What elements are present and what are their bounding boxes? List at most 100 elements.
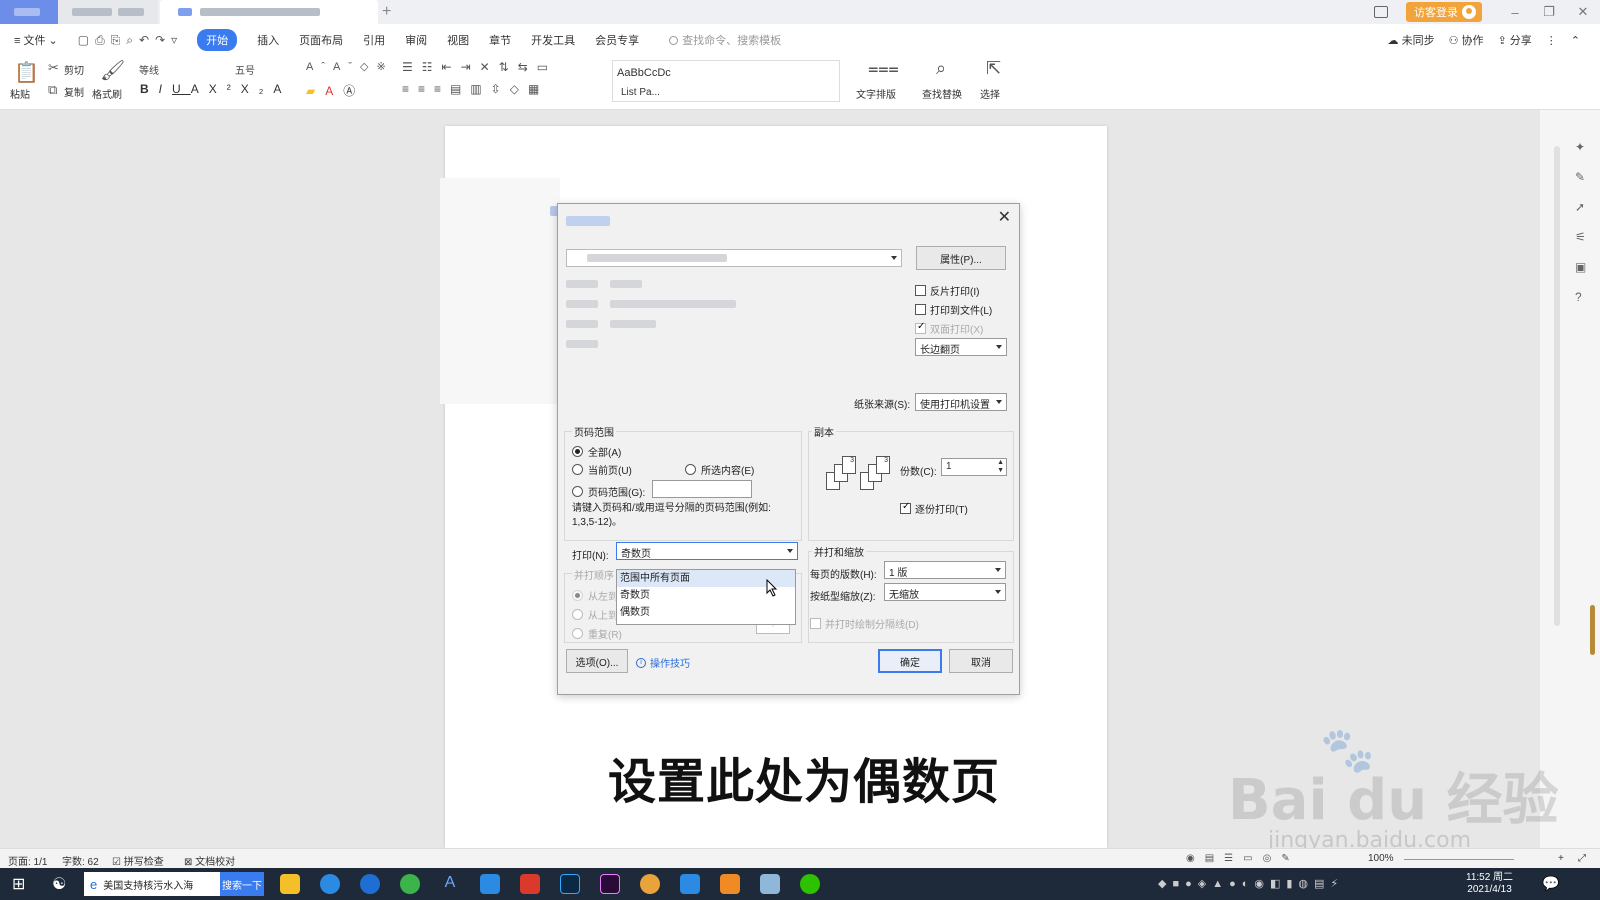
app-blue-icon[interactable] <box>680 874 700 894</box>
pages-per-sheet-select[interactable]: 1 版 <box>884 561 1006 579</box>
window-layout-icon[interactable] <box>1374 6 1388 18</box>
copies-count-input[interactable]: 1 ▲ ▼ <box>941 458 1007 476</box>
options-button[interactable]: 选项(O)... <box>566 649 628 673</box>
app-orange-icon[interactable] <box>720 874 740 894</box>
find-replace-icon[interactable]: ⌕ <box>936 58 946 79</box>
guest-login-button[interactable]: 访客登录 <box>1406 2 1482 22</box>
taskbar-search-button[interactable]: 搜索一下 <box>220 872 264 896</box>
app-c-icon[interactable] <box>480 874 500 894</box>
repeat-radio[interactable]: 重复(R) <box>572 626 622 641</box>
tab-review[interactable]: 审阅 <box>405 32 427 48</box>
find-replace-label[interactable]: 查找替换 <box>922 86 962 101</box>
vertical-scrollbar[interactable] <box>1554 146 1560 626</box>
browser-icon[interactable] <box>320 874 340 894</box>
copy-label[interactable]: 复制 <box>64 84 84 99</box>
dialog-close-icon[interactable]: ✕ <box>998 207 1011 227</box>
photoshop-icon[interactable] <box>560 874 580 894</box>
new-tab-icon[interactable]: + <box>382 3 391 21</box>
pin-icon[interactable]: ✦ <box>1575 140 1589 154</box>
ok-button[interactable]: 确定 <box>878 649 942 673</box>
all-pages-radio[interactable]: 全部(A) <box>572 444 621 459</box>
file-menu[interactable]: ≡ 文件 ⌄ <box>14 32 58 48</box>
tab-developer[interactable]: 开发工具 <box>531 32 575 48</box>
text-layout-icon[interactable]: ⩶ <box>868 58 899 79</box>
paragraph-tools-row2[interactable]: ≡≡≡▤▥⇳◇▦ <box>402 82 548 96</box>
share-button[interactable]: ⇪ 分享 <box>1498 32 1532 48</box>
system-tray-icons[interactable]: ◆■●◈▲●◐◉◧▮◍▤⚡ <box>1158 877 1344 890</box>
word-count[interactable]: 字数: 62 <box>62 853 99 868</box>
proofread[interactable]: ⊠ 文档校对 <box>184 853 235 868</box>
collate-checkbox[interactable]: 逐份打印(T) <box>900 501 968 516</box>
spin-arrows-icon[interactable]: ▲ ▼ <box>997 459 1004 475</box>
tab-insert[interactable]: 插入 <box>257 32 279 48</box>
chrome-icon[interactable] <box>640 874 660 894</box>
tab-home[interactable]: 开始 <box>197 29 238 51</box>
copy-icon[interactable]: ⧉ <box>48 82 57 98</box>
font-tools-row1[interactable]: AˆAˇ◇※ <box>306 60 394 73</box>
document-tab-home[interactable] <box>0 0 58 24</box>
document-tab-2[interactable] <box>58 0 158 24</box>
scale-select[interactable]: 无缩放 <box>884 583 1006 601</box>
app-green-icon[interactable] <box>400 874 420 894</box>
spell-check[interactable]: ☑ 拼写检查 <box>112 853 164 868</box>
format-painter-icon[interactable]: 🖌 <box>100 58 125 83</box>
print-to-file-checkbox[interactable]: 打印到文件(L) <box>915 302 992 317</box>
cut-label[interactable]: 剪切 <box>64 62 84 77</box>
command-search[interactable]: 查找命令、搜索模板 <box>669 32 781 48</box>
wechat-icon[interactable] <box>800 874 820 894</box>
file-explorer-icon[interactable] <box>280 874 300 894</box>
assistant-icon[interactable]: ☯ <box>52 874 66 894</box>
highlight-color-row[interactable]: ▰AⒶ <box>306 82 365 99</box>
notification-icon[interactable]: 💬 <box>1542 875 1559 892</box>
sync-status[interactable]: ☁ 未同步 <box>1388 32 1435 48</box>
selection-radio[interactable]: 所选内容(E) <box>685 462 754 477</box>
more-icon[interactable]: ⋮ <box>1546 34 1557 47</box>
reverse-print-checkbox[interactable]: 反片打印(I) <box>915 283 979 298</box>
cancel-button[interactable]: 取消 <box>949 649 1013 673</box>
paste-icon[interactable]: 📋 <box>14 60 39 85</box>
select-cursor-icon[interactable]: ⇱ <box>986 58 1001 79</box>
select-label[interactable]: 选择 <box>980 86 1000 101</box>
page-range-input[interactable] <box>652 480 752 498</box>
paper-source-select[interactable]: 使用打印机设置 <box>915 393 1007 411</box>
page-range-radio[interactable]: 页码范围(G): <box>572 484 645 499</box>
wps-writer-icon[interactable] <box>520 874 540 894</box>
zoom-level[interactable]: 100% <box>1368 853 1394 864</box>
current-page-radio[interactable]: 当前页(U) <box>572 462 632 477</box>
fullscreen-icon[interactable]: ⤢ <box>1578 853 1586 864</box>
close-window-icon[interactable]: ✕ <box>1566 4 1600 20</box>
app-a-icon[interactable]: A <box>440 874 460 894</box>
quick-access-icons[interactable]: ▢⎙⎘⌕↶↷▿ <box>78 33 183 48</box>
tab-member[interactable]: 会员专享 <box>595 32 639 48</box>
printer-name-select[interactable] <box>566 249 902 267</box>
document-tab-active[interactable] <box>160 0 378 24</box>
archive-icon[interactable]: ▣ <box>1575 260 1589 274</box>
font-format-row[interactable]: BIUAX²X₂A <box>140 82 291 96</box>
taskbar-search[interactable]: e 美国支持核污水入海 搜索一下 <box>84 872 264 896</box>
help-icon[interactable]: ? <box>1575 290 1589 304</box>
tab-chapter[interactable]: 章节 <box>489 32 511 48</box>
premiere-icon[interactable] <box>600 874 620 894</box>
text-layout-label[interactable]: 文字排版 <box>856 86 896 101</box>
pointer-icon[interactable]: ➚ <box>1575 200 1589 214</box>
duplex-mode-select[interactable]: 长边翻页 <box>915 338 1007 356</box>
format-painter-label[interactable]: 格式刷 <box>92 86 122 101</box>
font-name-select[interactable]: 等线 <box>134 59 230 77</box>
view-mode-icons[interactable]: ◉▤☰▭◎✎ <box>1186 853 1300 864</box>
paragraph-tools-row1[interactable]: ☰☷⇤⇥✕⇅⇆▭ <box>402 60 557 74</box>
font-size-select[interactable]: 五号 <box>230 59 298 77</box>
app-s-icon[interactable] <box>360 874 380 894</box>
print-subset-select[interactable]: 奇数页 <box>616 542 798 560</box>
windows-start-icon[interactable]: ⊞ <box>12 874 25 894</box>
tab-references[interactable]: 引用 <box>363 32 385 48</box>
restore-icon[interactable]: ❐ <box>1532 4 1566 20</box>
tips-link[interactable]: i 操作技巧 <box>636 655 690 670</box>
settings-sliders-icon[interactable]: ⚟ <box>1575 230 1589 244</box>
pen-icon[interactable]: ✎ <box>1575 170 1589 184</box>
zoom-slider[interactable] <box>1404 859 1514 860</box>
scroll-thumb[interactable] <box>1590 605 1595 655</box>
style-gallery[interactable]: AaBbCcDc List Pa... <box>612 60 840 102</box>
option-even-pages[interactable]: 偶数页 <box>617 604 795 621</box>
collaborate-button[interactable]: ⚇ 协作 <box>1449 32 1484 48</box>
properties-button[interactable]: 属性(P)... <box>916 246 1006 270</box>
